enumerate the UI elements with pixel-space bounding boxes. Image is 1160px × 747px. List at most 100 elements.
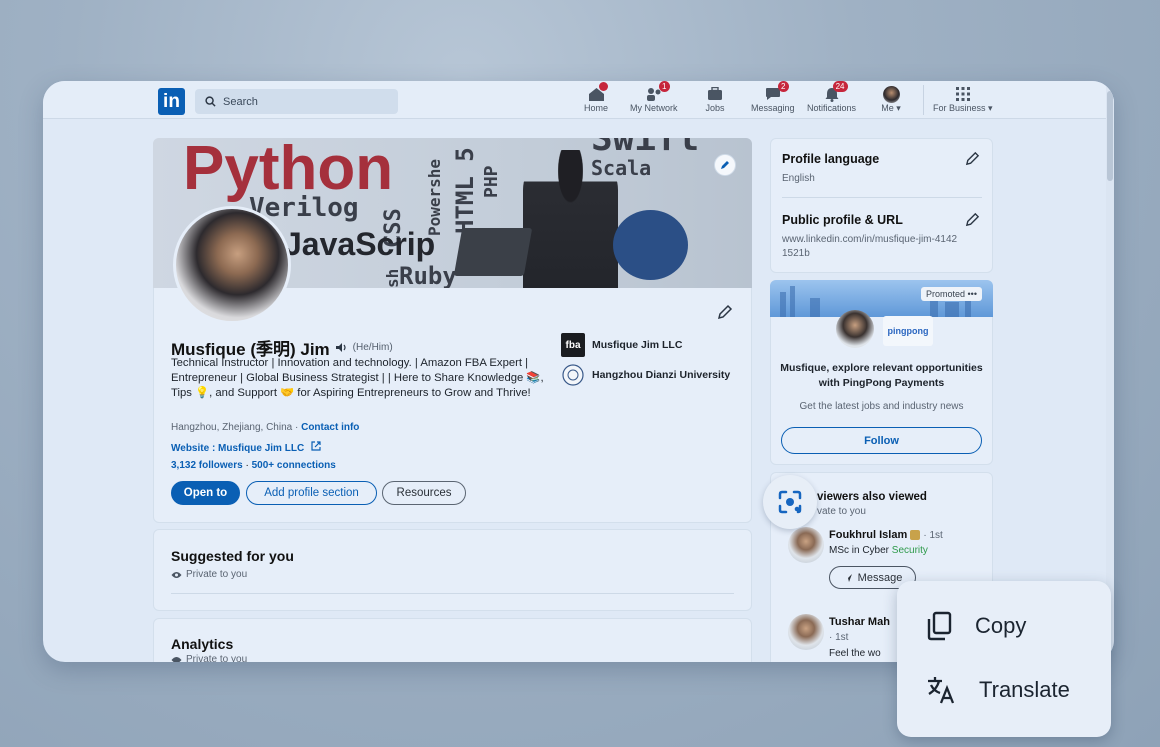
profile-pronouns: (He/Him) — [352, 342, 393, 353]
org-hangzhou-dianzi-university[interactable]: Hangzhou Dianzi University — [561, 363, 730, 387]
nav-divider — [923, 85, 924, 115]
edit-language-pencil-icon[interactable] — [965, 151, 980, 166]
edit-intro-pencil-icon[interactable] — [717, 304, 733, 320]
briefcase-icon — [708, 87, 722, 100]
translate-menu-item[interactable]: Translate — [925, 674, 1070, 706]
lens-button[interactable] — [763, 475, 817, 529]
viewer-description: MSc in Cyber Security — [829, 545, 928, 556]
nav-home[interactable]: Home — [584, 82, 609, 113]
promo-subtext: Get the latest jobs and industry news — [799, 401, 964, 412]
viewer-name[interactable]: Foukhrul Islam · 1st — [829, 529, 943, 541]
university-seal-icon — [561, 363, 585, 387]
search-input[interactable]: Search — [195, 89, 398, 114]
external-link-icon — [311, 441, 321, 451]
nav-my-network-label: My Network — [630, 103, 678, 113]
viewer-description-highlight: Security — [891, 545, 928, 556]
browser-window: in Search Home 1 My Network Jobs 2 Messa… — [43, 81, 1114, 662]
grid-icon — [955, 87, 970, 101]
nav-me-label: Me ▾ — [881, 103, 901, 113]
followers-link[interactable]: 3,132 followers — [171, 460, 243, 471]
linkedin-logo[interactable]: in — [158, 88, 185, 115]
pencil-icon — [721, 161, 729, 169]
banner-word: sh — [383, 268, 402, 288]
nav-for-business[interactable]: For Business ▾ — [933, 85, 993, 114]
banner-word: Powershe — [425, 158, 444, 236]
nav-notifications-label: Notifications — [807, 103, 857, 113]
nav-me[interactable]: Me ▾ — [881, 85, 901, 114]
speaker-icon[interactable] — [335, 342, 348, 353]
contact-info-link[interactable]: Contact info — [301, 422, 359, 433]
edit-banner-button[interactable] — [714, 154, 736, 176]
nav-jobs-label: Jobs — [705, 103, 725, 113]
notifications-badge: 24 — [832, 81, 848, 92]
profile-stats: 3,132 followers · 500+ connections — [171, 460, 336, 471]
analytics-private: Private to you — [171, 654, 247, 662]
copy-menu-item[interactable]: Copy — [925, 611, 1026, 641]
banner-mascot — [613, 210, 688, 280]
analytics-title: Analytics — [171, 636, 234, 652]
nav-jobs[interactable]: Jobs — [705, 85, 725, 113]
divider — [171, 593, 734, 594]
profile-headline: Technical Instructor | Innovation and te… — [171, 357, 544, 399]
open-to-button[interactable]: Open to — [171, 481, 240, 505]
me-avatar — [882, 85, 900, 103]
banner-word: HTML 5 — [451, 147, 479, 234]
banner-word: JavaScrip — [284, 226, 436, 262]
org-name: Musfique Jim LLC — [592, 339, 683, 351]
edit-url-pencil-icon[interactable] — [965, 212, 980, 227]
banner-word: Swift — [591, 138, 700, 159]
follow-button[interactable]: Follow — [781, 427, 982, 454]
messaging-badge: 2 — [777, 81, 789, 92]
viewer-name[interactable]: Tushar Mah — [829, 616, 890, 628]
profile-location: Hangzhou, Zhejiang, China · Contact info — [171, 422, 360, 433]
profile-avatar[interactable] — [173, 206, 291, 324]
top-navigation: in Search Home 1 My Network Jobs 2 Messa… — [43, 81, 1114, 119]
nav-notifications[interactable]: 24 Notifications — [807, 81, 857, 113]
viewer-avatar[interactable] — [788, 527, 824, 563]
public-profile-title: Public profile & URL — [782, 213, 903, 227]
translate-label: Translate — [979, 677, 1070, 702]
viewer-degree: · 1st — [923, 530, 943, 541]
viewer-description: Feel the wo — [829, 648, 881, 659]
banner-person — [523, 150, 618, 288]
nav-messaging[interactable]: 2 Messaging — [751, 81, 795, 113]
network-badge: 1 — [658, 81, 670, 92]
add-profile-section-button[interactable]: Add profile section — [246, 481, 377, 505]
nav-for-business-label: For Business ▾ — [933, 103, 993, 113]
org-musfique-jim-llc[interactable]: fba Musfique Jim LLC — [561, 333, 682, 357]
location-text: Hangzhou, Zhejiang, China — [171, 422, 293, 433]
promo-headline: Musfique, explore relevant opportunities… — [780, 362, 983, 389]
copy-label: Copy — [975, 613, 1027, 638]
connections-link[interactable]: 500+ connections — [252, 460, 336, 471]
nav-my-network[interactable]: 1 My Network — [630, 81, 678, 113]
profile-language-value: English — [782, 173, 815, 184]
copy-icon — [927, 611, 952, 641]
profile-website[interactable]: Website : Musfique Jim LLC — [171, 441, 321, 454]
message-label: Message — [857, 571, 903, 584]
lens-icon — [778, 490, 802, 514]
resources-button[interactable]: Resources — [382, 481, 466, 505]
private-text: Private to you — [186, 569, 248, 580]
promoted-tag[interactable]: Promoted ••• — [921, 287, 982, 301]
scrollbar[interactable] — [1106, 81, 1114, 662]
banner-word: PHP — [481, 165, 502, 198]
promoted-text: Promoted — [926, 289, 966, 299]
viewer-avatar[interactable] — [788, 614, 824, 650]
viewer-degree: · 1st — [829, 632, 849, 643]
promo-user-avatar — [836, 310, 874, 348]
website-link[interactable]: Website : Musfique Jim LLC — [171, 443, 304, 454]
banner-word: Ruby — [399, 262, 457, 288]
profile-language-title: Profile language — [782, 152, 880, 166]
suggested-title: Suggested for you — [171, 548, 294, 564]
divider — [782, 197, 982, 198]
nav-home-label: Home — [584, 103, 609, 113]
viewers-title: viewers also viewed — [817, 491, 927, 503]
suggested-private: Private to you — [171, 569, 247, 580]
pingpong-logo: pingpong — [883, 316, 933, 346]
scrollbar-thumb[interactable] — [1107, 91, 1113, 181]
viewer-description-text: MSc in Cyber — [829, 545, 892, 556]
eye-icon — [171, 656, 182, 662]
public-profile-url: www.linkedin.com/in/musfique-jim-4142152… — [782, 234, 958, 259]
nav-messaging-label: Messaging — [751, 103, 795, 113]
send-icon — [843, 573, 852, 582]
